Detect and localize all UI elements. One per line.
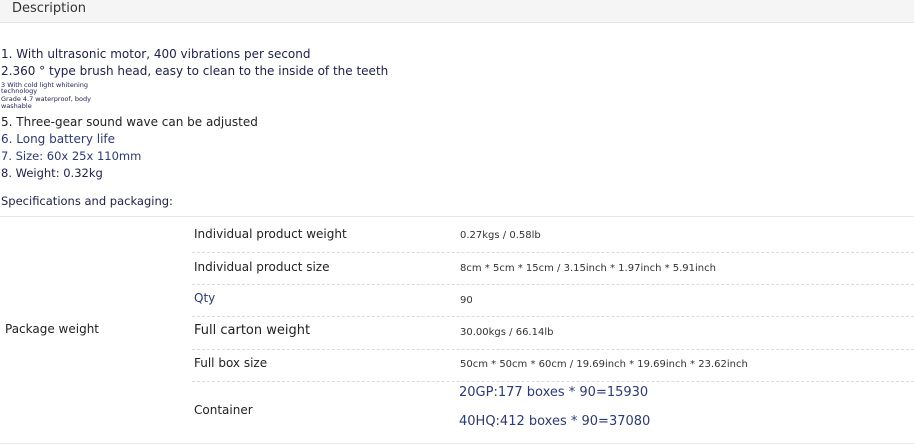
- spec-value: 8cm * 5cm * 15cm / 3.15inch * 1.97inch *…: [460, 263, 716, 274]
- spec-group-label: Package weight: [5, 322, 100, 336]
- row-divider: [192, 349, 914, 350]
- spec-value: 50cm * 50cm * 60cm / 19.69inch * 19.69in…: [460, 359, 748, 370]
- feature-item: technology: [1, 87, 38, 95]
- spec-label: Qty: [194, 291, 216, 305]
- row-divider: [192, 316, 914, 317]
- feature-item: 7. Size: 60x 25x 110mm: [1, 149, 142, 163]
- spec-label: Individual product size: [194, 260, 330, 274]
- specs-table: Package weight Individual product weight…: [0, 216, 914, 444]
- feature-item: 8. Weight: 0.32kg: [1, 166, 103, 180]
- spec-value: 40HQ:412 boxes * 90=37080: [459, 414, 651, 429]
- spec-value: 0.27kgs / 0.58lb: [460, 230, 541, 241]
- spec-label: Full carton weight: [194, 323, 311, 338]
- table-divider: [0, 443, 914, 444]
- spec-value: 90: [460, 295, 473, 306]
- table-divider: [0, 216, 914, 217]
- spec-value: 30.00kgs / 66.14lb: [460, 327, 554, 338]
- tab-description[interactable]: Description: [0, 0, 99, 22]
- tab-bar: Description: [0, 0, 914, 23]
- feature-item: 1. With ultrasonic motor, 400 vibrations…: [1, 47, 311, 61]
- spec-label: Container: [194, 403, 253, 417]
- spec-value: 20GP:177 boxes * 90=15930: [459, 385, 649, 400]
- specs-title: Specifications and packaging:: [1, 194, 173, 208]
- row-divider: [192, 252, 914, 253]
- row-divider: [192, 284, 914, 285]
- spec-label: Individual product weight: [194, 227, 347, 241]
- spec-label: Full box size: [194, 356, 268, 370]
- feature-item: washable: [1, 102, 32, 110]
- feature-item: 6. Long battery life: [1, 132, 116, 146]
- feature-item: 2.360 ° type brush head, easy to clean t…: [1, 64, 389, 78]
- row-divider: [192, 381, 914, 382]
- feature-item: 5. Three-gear sound wave can be adjusted: [1, 115, 258, 129]
